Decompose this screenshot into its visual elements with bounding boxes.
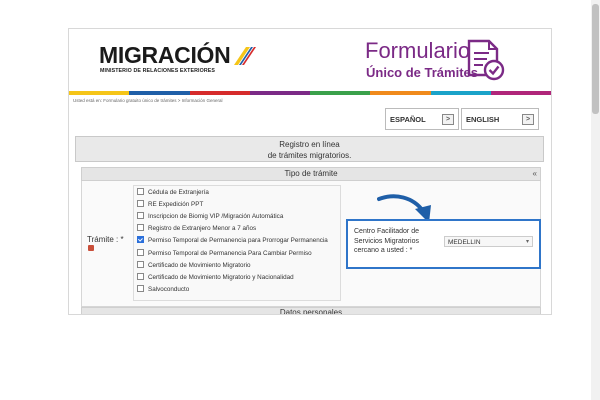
scrollbar-thumb[interactable] bbox=[592, 4, 599, 114]
tramite-option[interactable]: Cédula de Extranjería bbox=[137, 188, 209, 200]
registro-line1: Registro en línea bbox=[279, 140, 340, 149]
datos-personales-heading[interactable]: Datos personales bbox=[81, 307, 541, 314]
tramite-checkbox[interactable] bbox=[137, 272, 144, 280]
color-bar-segment bbox=[249, 91, 310, 95]
language-espanol-button[interactable]: ESPAÑOL > bbox=[385, 108, 459, 130]
tramite-options-list: Cédula de Extranjería RE Expedición PPT In… bbox=[133, 185, 341, 301]
tramite-option[interactable]: Inscripcion de Biomig VIP /Migración Aut… bbox=[137, 212, 284, 224]
color-bar-segment bbox=[310, 91, 371, 95]
breadcrumb[interactable]: Usted está en: Formulario gratuito único… bbox=[73, 98, 222, 103]
tramite-option-label: Cédula de Extranjería bbox=[148, 189, 209, 197]
registro-line2: de trámites migratorios. bbox=[267, 151, 352, 160]
language-english-button[interactable]: ENGLISH > bbox=[461, 108, 539, 130]
collapse-icon[interactable]: « bbox=[533, 168, 537, 180]
chevron-down-icon: ▾ bbox=[525, 239, 529, 245]
tramite-option-label: Permiso Temporal de Permanencia Para Cam… bbox=[148, 249, 312, 257]
centro-label: Centro Facilitador de Servicios Migrator… bbox=[354, 228, 419, 254]
tramite-option[interactable]: Registro de Extranjero Menor a 7 años bbox=[137, 224, 257, 236]
form-subtitle: Único de Trámites bbox=[366, 65, 478, 80]
tramite-option[interactable]: Permiso Temporal de Permanencia para Pro… bbox=[137, 236, 328, 248]
tramite-checkbox[interactable] bbox=[137, 224, 144, 232]
centro-selected-value: MEDELLIN bbox=[448, 239, 481, 246]
tramite-option[interactable]: Salvoconducto bbox=[137, 284, 190, 297]
brand-color-bar bbox=[69, 91, 551, 95]
language-label: ENGLISH bbox=[466, 115, 500, 124]
tramite-option-label: Certificado de Movimiento Migratorio y N… bbox=[148, 273, 294, 281]
tramite-checkbox[interactable] bbox=[137, 284, 144, 292]
site-header: MIGRACIÓN MINISTERIO DE RELACIONES EXTER… bbox=[69, 29, 551, 91]
form-page: MIGRACIÓN MINISTERIO DE RELACIONES EXTER… bbox=[68, 28, 552, 315]
color-bar-segment bbox=[129, 91, 190, 95]
logo-subtitle: MINISTERIO DE RELACIONES EXTERIORES bbox=[100, 68, 216, 74]
search-help-icon[interactable] bbox=[88, 245, 94, 251]
language-label: ESPAÑOL bbox=[390, 115, 426, 124]
tramite-option-label: Permiso Temporal de Permanencia para Pro… bbox=[148, 237, 328, 245]
tramite-checkbox[interactable] bbox=[137, 248, 144, 256]
tramite-option-label: RE Expedición PPT bbox=[148, 201, 204, 209]
tramite-checkbox[interactable] bbox=[137, 212, 144, 220]
tramite-option-label: Registro de Extranjero Menor a 7 años bbox=[148, 225, 257, 233]
tramite-option[interactable]: RE Expedición PPT bbox=[137, 200, 204, 212]
tramite-option-label: Certificado de Movimiento Migratorio bbox=[148, 261, 251, 269]
tramite-option[interactable]: Certificado de Movimiento Migratorio y N… bbox=[137, 272, 294, 285]
tramite-option-label: Inscripcion de Biomig VIP /Migración Aut… bbox=[148, 213, 284, 221]
color-bar-segment bbox=[370, 91, 431, 95]
color-bar-segment bbox=[490, 91, 551, 95]
color-bar-segment bbox=[189, 91, 250, 95]
logo-flag-stripes-icon bbox=[234, 47, 256, 65]
tipo-tramite-heading: Tipo de trámite « bbox=[81, 167, 541, 181]
color-bar-segment bbox=[430, 91, 491, 95]
migracion-logo[interactable]: MIGRACIÓN bbox=[99, 42, 231, 69]
form-title: Formulario bbox=[365, 38, 471, 63]
tramite-label: Trámite : * bbox=[87, 235, 124, 244]
tramite-option[interactable]: Certificado de Movimiento Migratorio bbox=[137, 260, 251, 273]
document-check-icon bbox=[467, 39, 505, 81]
tramite-checkbox[interactable] bbox=[137, 260, 144, 268]
tramite-checkbox[interactable] bbox=[137, 236, 144, 244]
centro-facilitador-panel: Centro Facilitador de Servicios Migrator… bbox=[346, 219, 541, 269]
tramite-option-label: Salvoconducto bbox=[148, 285, 190, 293]
color-bar-segment bbox=[69, 91, 130, 95]
arrow-right-icon: > bbox=[522, 114, 534, 125]
centro-select[interactable]: MEDELLIN ▾ bbox=[444, 236, 533, 247]
arrow-right-icon: > bbox=[442, 114, 454, 125]
tramite-option[interactable]: Permiso Temporal de Permanencia Para Cam… bbox=[137, 248, 312, 261]
tramite-checkbox[interactable] bbox=[137, 200, 144, 208]
tipo-tramite-title: Tipo de trámite bbox=[284, 169, 338, 178]
tramite-checkbox[interactable] bbox=[137, 188, 144, 195]
registro-heading: Registro en línea de trámites migratorio… bbox=[75, 136, 544, 162]
